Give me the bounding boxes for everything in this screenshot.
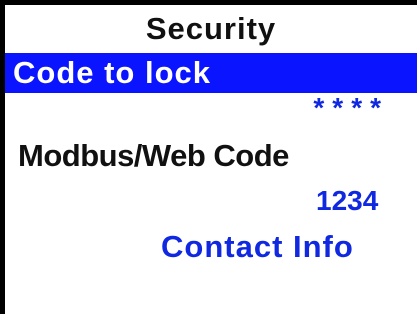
menu-item-modbus-web-code[interactable]: Modbus/Web Code [18, 138, 289, 174]
page-title: Security [145, 11, 277, 46]
code-to-lock-value: **** [313, 92, 389, 123]
lcd-screen: Security Code to lock **** Modbus/Web Co… [0, 0, 417, 314]
menu-item-code-to-lock[interactable]: Code to lock [5, 53, 417, 93]
modbus-web-code-value: 1234 [316, 185, 379, 216]
menu-item-contact-info[interactable]: Contact Info [161, 229, 354, 265]
